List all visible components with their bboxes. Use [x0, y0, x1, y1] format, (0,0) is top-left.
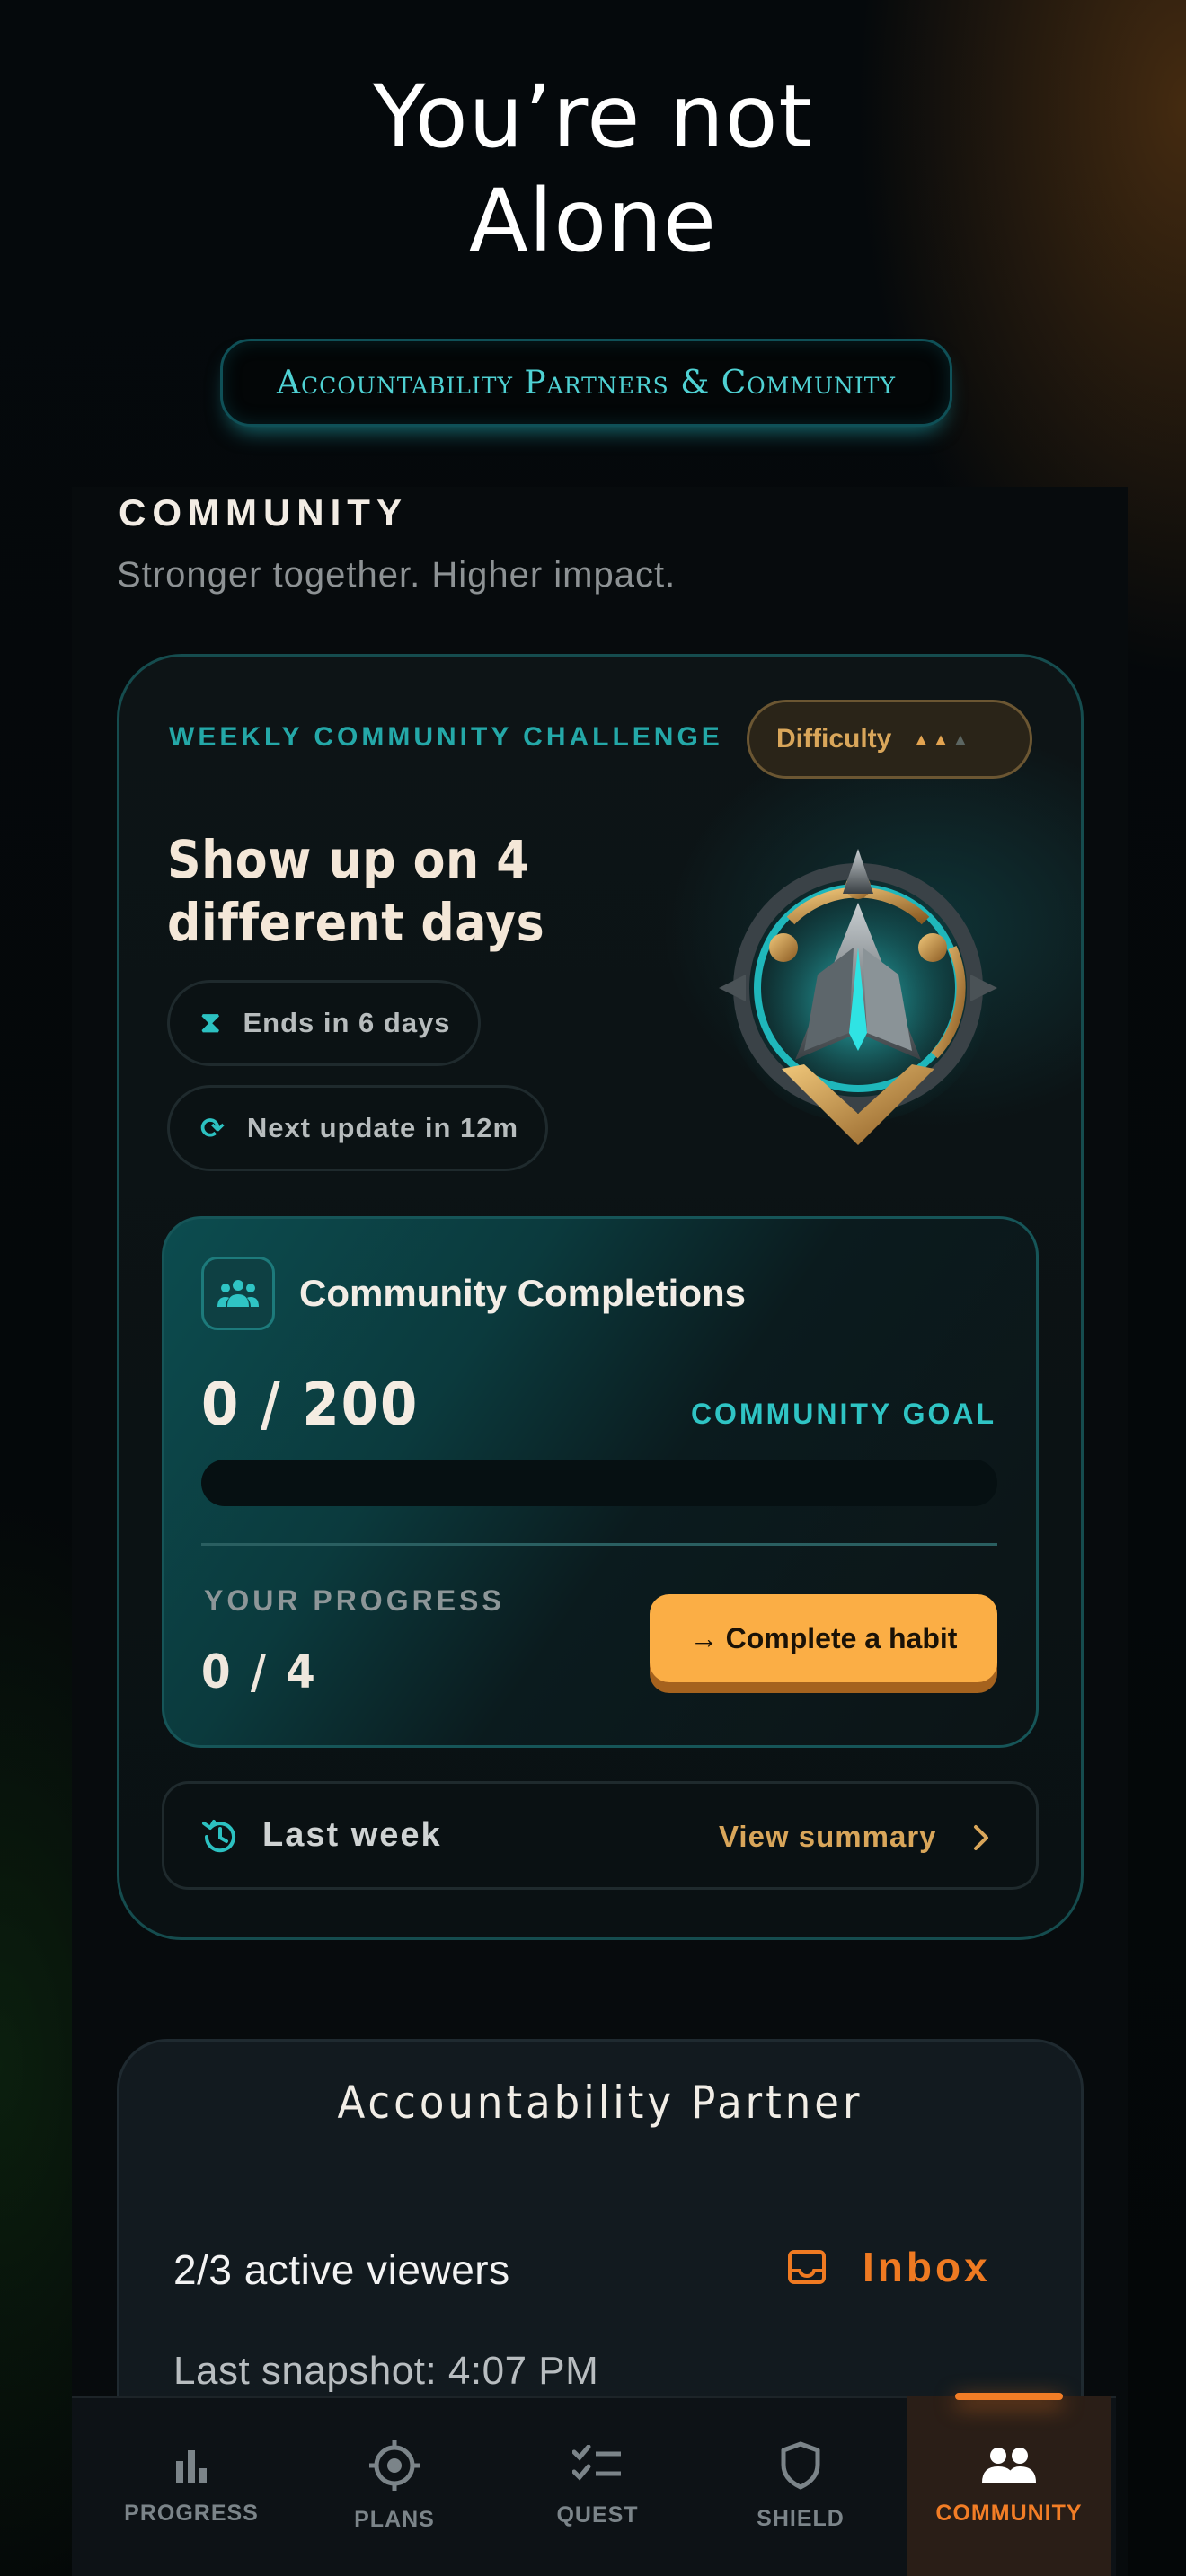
difficulty-flames: ▲▲▲ [913, 730, 971, 749]
challenge-label: WEEKLY COMMUNITY CHALLENGE [169, 722, 723, 752]
community-progress-bar [201, 1460, 997, 1506]
completions-count: 0 / 200 [201, 1370, 420, 1439]
hourglass-icon: ⧗ [200, 1006, 222, 1038]
challenge-emblem-icon [719, 849, 997, 1145]
hero-title-line-1: You’re not [372, 66, 814, 167]
next-update-text: Next update in 12m [246, 1112, 519, 1143]
nav-progress-label: PROGRESS [124, 2500, 259, 2526]
nav-shield[interactable]: SHIELD [699, 2396, 902, 2576]
next-update-chip: ⟳ Next update in 12m [167, 1085, 549, 1171]
last-week-label: Last week [262, 1816, 442, 1854]
nav-community-label: COMMUNITY [935, 2500, 1083, 2526]
ends-text: Ends in 6 days [243, 1007, 451, 1038]
accountability-community-pill[interactable]: Accountability Partners & Community [220, 339, 952, 427]
your-progress-label: YOUR PROGRESS [204, 1584, 505, 1617]
checklist-icon [572, 2444, 621, 2481]
divider [201, 1543, 997, 1546]
nav-quest-label: QUEST [556, 2501, 639, 2527]
ends-chip: ⧗ Ends in 6 days [167, 980, 481, 1066]
refresh-icon: ⟳ [200, 1112, 226, 1144]
bar-chart-icon [176, 2449, 207, 2483]
difficulty-label: Difficulty [776, 724, 892, 754]
flame-icon: ▲ [933, 729, 952, 748]
flame-icon: ▲ [952, 729, 972, 748]
community-goal-label: COMMUNITY GOAL [690, 1398, 996, 1430]
nav-shield-label: SHIELD [757, 2505, 845, 2531]
challenge-heading: Show up on 4 different days [167, 829, 545, 953]
complete-habit-label: Complete a habit [725, 1621, 958, 1654]
section-title: COMMUNITY [119, 491, 408, 534]
chevron-right-icon [974, 1825, 988, 1850]
nav-quest[interactable]: QUEST [496, 2396, 699, 2576]
difficulty-badge: Difficulty ▲▲▲ [747, 700, 1032, 779]
shield-icon [781, 2441, 820, 2489]
nav-community[interactable]: COMMUNITY [907, 2396, 1111, 2576]
flame-icon: ▲ [913, 729, 934, 748]
nav-active-indicator [955, 2393, 1063, 2400]
inbox-button[interactable]: Inbox [787, 2243, 991, 2291]
inbox-label: Inbox [863, 2244, 991, 2290]
group-icon [201, 1257, 275, 1330]
last-snapshot-text: Last snapshot: 4:07 PM [173, 2349, 599, 2393]
hero-title: You’re not Alone [0, 65, 1186, 273]
partner-title: Accountability Partner [337, 2077, 863, 2129]
nav-plans-label: PLANS [354, 2506, 435, 2532]
view-summary-link[interactable]: View summary [719, 1820, 937, 1854]
active-viewers-text: 2/3 active viewers [173, 2246, 510, 2293]
complete-habit-button[interactable]: → Complete a habit [650, 1594, 997, 1682]
history-icon [202, 1820, 235, 1853]
target-icon [369, 2439, 420, 2491]
hero-title-line-2: Alone [469, 171, 717, 271]
nav-progress[interactable]: PROGRESS [90, 2396, 293, 2576]
people-icon [982, 2447, 1036, 2483]
inbox-icon [788, 2250, 826, 2284]
section-subtitle: Stronger together. Higher impact. [117, 555, 677, 595]
your-progress-value: 0 / 4 [201, 1645, 318, 1699]
nav-plans[interactable]: PLANS [293, 2396, 496, 2576]
arrow-right-icon: → [689, 1621, 719, 1654]
completions-title: Community Completions [299, 1272, 747, 1314]
